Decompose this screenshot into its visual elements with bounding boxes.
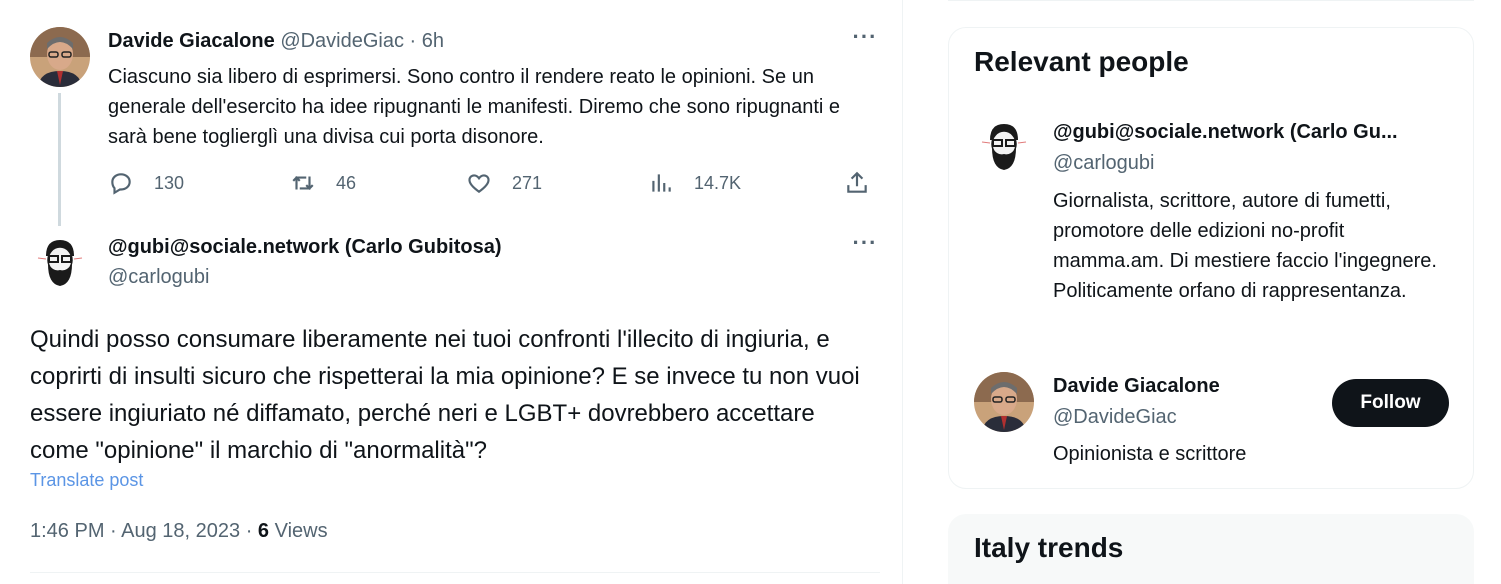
reply-count: 130: [154, 172, 185, 193]
avatar-carlo-gubitosa[interactable]: [974, 116, 1034, 176]
tweet-views-count: 6: [257, 520, 270, 542]
parent-tweet-time[interactable]: 6h: [422, 30, 444, 52]
person-bio: Opinionista e scrittore: [1053, 443, 1247, 465]
retweet-count: 46: [336, 172, 357, 193]
parent-tweet-text: Ciascuno sia libero di esprimersi. Sono …: [108, 66, 841, 148]
trends-title: Italy trends: [974, 532, 1124, 563]
views-count: 14.7K: [694, 172, 742, 193]
avatar-carlo-gubitosa[interactable]: [30, 232, 90, 292]
more-options-icon[interactable]: ···: [848, 232, 882, 260]
avatar-davide-giacalone[interactable]: [974, 372, 1034, 432]
header-separator: ·: [404, 30, 422, 52]
views-button[interactable]: 14.7K: [648, 168, 741, 198]
reply-icon: [111, 173, 131, 195]
person-handle[interactable]: @carlogubi: [1053, 152, 1154, 175]
thread-connector: [58, 93, 61, 226]
conversation-column: Davide Giacalone @DavideGiac · 6h ··· Ci…: [0, 0, 903, 584]
main-author-name[interactable]: @gubi@sociale.network (Carlo Gubitosa): [108, 236, 502, 259]
share-icon: [847, 171, 867, 193]
share-button[interactable]: [844, 168, 870, 198]
divider: [948, 0, 1474, 1]
relevant-people-title: Relevant people: [974, 46, 1189, 77]
main-tweet-text: Quindi posso consumare liberamente nei t…: [30, 326, 860, 464]
retweet-button[interactable]: 46: [290, 168, 356, 198]
tweet-timestamp[interactable]: 1:46 PM · Aug 18, 2023 ·: [30, 520, 258, 542]
translate-post-link[interactable]: Translate post: [30, 470, 143, 491]
divider: [30, 572, 880, 573]
person-handle[interactable]: @DavideGiac: [1053, 406, 1177, 429]
like-button[interactable]: 271: [466, 168, 542, 198]
sidebar: Relevant people @gubi@sociale.network (C…: [948, 0, 1474, 584]
parent-author-name[interactable]: Davide Giacalone: [108, 30, 275, 52]
more-options-icon[interactable]: ···: [848, 26, 882, 54]
parent-tweet-header: Davide Giacalone @DavideGiac · 6h: [108, 30, 444, 53]
parent-author-handle[interactable]: @DavideGiac: [280, 30, 404, 52]
tweet-metadata: 1:46 PM · Aug 18, 2023 · 6 Views: [30, 520, 328, 543]
like-count: 271: [512, 172, 543, 193]
tweet-views-label: Views: [269, 520, 328, 542]
person-bio: Giornalista, scrittore, autore di fumett…: [1053, 190, 1437, 302]
views-icon: [652, 174, 671, 192]
main-author-handle[interactable]: @carlogubi: [108, 266, 209, 289]
avatar-davide-giacalone[interactable]: [30, 27, 90, 87]
heart-icon: [468, 174, 490, 193]
reply-button[interactable]: 130: [108, 168, 184, 198]
person-name[interactable]: @gubi@sociale.network (Carlo Gu...: [1053, 121, 1445, 144]
retweet-icon: [292, 176, 314, 190]
person-name[interactable]: Davide Giacalone: [1053, 375, 1220, 398]
follow-button[interactable]: Follow: [1332, 379, 1449, 427]
parent-tweet-actions: 130 46 271 14.7K: [108, 168, 878, 198]
